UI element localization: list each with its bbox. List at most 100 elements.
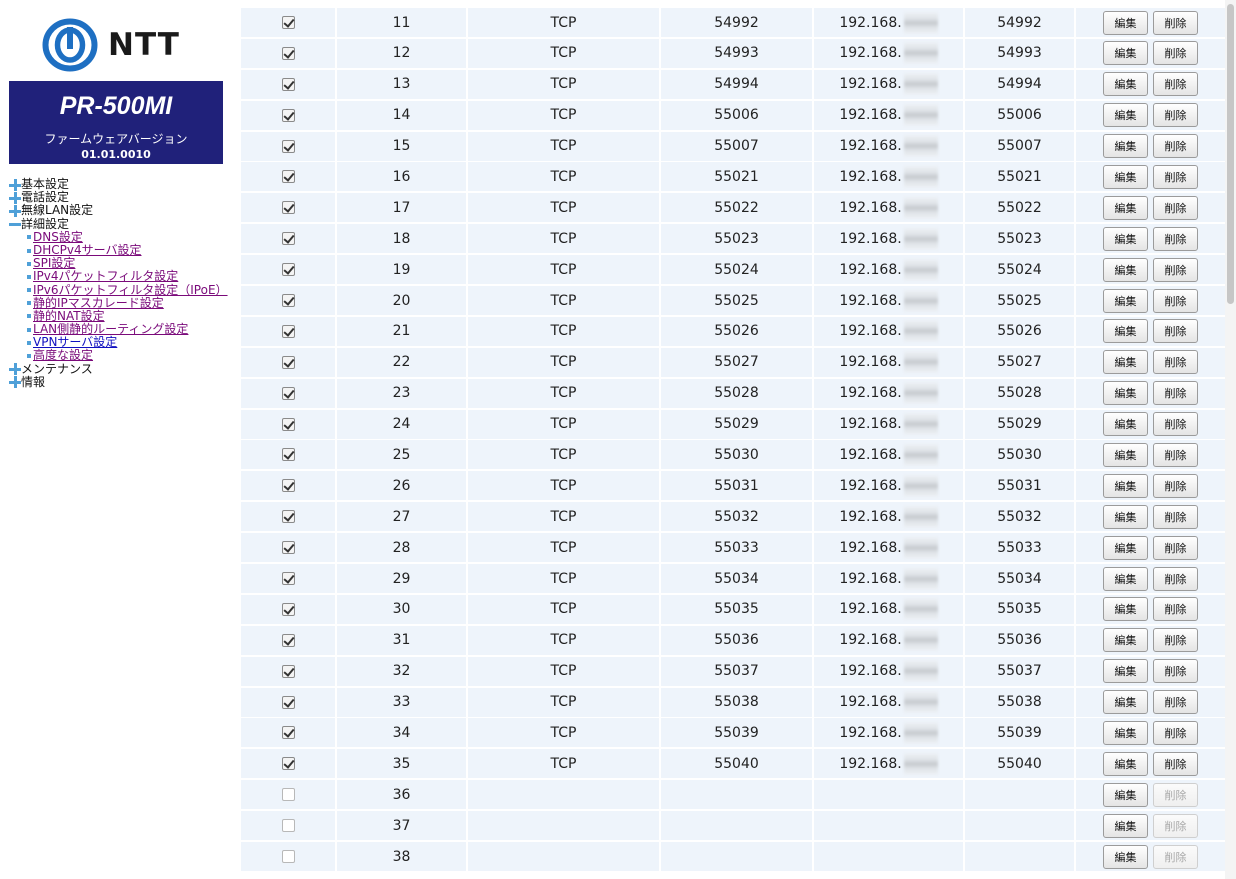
enable-checkbox[interactable] (281, 46, 295, 60)
edit-button[interactable]: 編集 (1103, 134, 1148, 159)
port-cell: 55021 (661, 162, 812, 192)
edit-button[interactable]: 編集 (1103, 41, 1148, 66)
enable-checkbox[interactable] (281, 757, 295, 771)
delete-button[interactable]: 削除 (1153, 412, 1198, 437)
enable-checkbox[interactable] (281, 819, 295, 833)
edit-button[interactable]: 編集 (1103, 226, 1148, 251)
edit-button[interactable]: 編集 (1103, 103, 1148, 128)
edit-button[interactable]: 編集 (1103, 813, 1148, 838)
edit-button[interactable]: 編集 (1103, 195, 1148, 220)
delete-button[interactable]: 削除 (1153, 381, 1198, 406)
delete-button[interactable]: 削除 (1153, 195, 1198, 220)
delete-button[interactable]: 削除 (1153, 504, 1198, 529)
nav-subitem-link[interactable]: IPv6パケットフィルタ設定（IPoE） (33, 283, 228, 297)
enable-checkbox[interactable] (281, 355, 295, 369)
delete-button[interactable]: 削除 (1153, 350, 1198, 375)
enable-checkbox[interactable] (281, 201, 295, 215)
edit-button[interactable]: 編集 (1103, 164, 1148, 189)
table-row: 27 TCP 55032 192.168. 55032 編集 削除 (241, 502, 1225, 533)
edit-button[interactable]: 編集 (1103, 442, 1148, 467)
delete-button[interactable]: 削除 (1153, 473, 1198, 498)
delete-button[interactable]: 削除 (1153, 720, 1198, 745)
delete-button[interactable]: 削除 (1153, 535, 1198, 560)
edit-button[interactable]: 編集 (1103, 381, 1148, 406)
enable-checkbox[interactable] (281, 417, 295, 431)
edit-button[interactable]: 編集 (1103, 597, 1148, 622)
edit-button[interactable]: 編集 (1103, 72, 1148, 97)
edit-button[interactable]: 編集 (1103, 535, 1148, 560)
enable-checkbox[interactable] (281, 16, 295, 29)
enable-checkbox[interactable] (281, 139, 295, 153)
delete-button[interactable]: 削除 (1153, 751, 1198, 776)
ip-address-prefix: 192.168. (839, 477, 902, 494)
protocol-cell: TCP (468, 255, 659, 285)
edit-button[interactable]: 編集 (1103, 257, 1148, 282)
delete-button[interactable]: 削除 (1153, 226, 1198, 251)
edit-button[interactable]: 編集 (1103, 659, 1148, 684)
delete-button[interactable]: 削除 (1153, 628, 1198, 653)
nav-subitem-link[interactable]: 静的IPマスカレード設定 (33, 296, 164, 310)
edit-button[interactable]: 編集 (1103, 288, 1148, 313)
edit-button[interactable]: 編集 (1103, 566, 1148, 591)
enable-checkbox[interactable] (281, 448, 295, 462)
edit-button[interactable]: 編集 (1103, 782, 1148, 807)
enable-checkbox[interactable] (281, 788, 295, 802)
nav-item-items-2[interactable]: 無線LAN設定 (9, 204, 228, 217)
edit-button[interactable]: 編集 (1103, 628, 1148, 653)
delete-button[interactable]: 削除 (1153, 659, 1198, 684)
edit-button[interactable]: 編集 (1103, 473, 1148, 498)
enable-checkbox[interactable] (281, 695, 295, 709)
delete-button[interactable]: 削除 (1153, 134, 1198, 159)
edit-button[interactable]: 編集 (1103, 319, 1148, 344)
delete-button[interactable]: 削除 (1153, 442, 1198, 467)
edit-button[interactable]: 編集 (1103, 350, 1148, 375)
enable-checkbox[interactable] (281, 232, 295, 246)
delete-button[interactable]: 削除 (1153, 10, 1198, 35)
enable-checkbox[interactable] (281, 572, 295, 586)
edit-button[interactable]: 編集 (1103, 751, 1148, 776)
ntt-logo[interactable]: NTT (42, 17, 192, 73)
delete-button[interactable]: 削除 (1153, 597, 1198, 622)
delete-button[interactable]: 削除 (1153, 164, 1198, 189)
nav-item-bottom_items-1[interactable]: 情報 (9, 375, 228, 389)
edit-button[interactable]: 編集 (1103, 504, 1148, 529)
enable-checkbox[interactable] (281, 602, 295, 616)
nav-subitem-link[interactable]: DNS設定 (33, 230, 83, 244)
edit-button[interactable]: 編集 (1103, 844, 1148, 869)
edit-button[interactable]: 編集 (1103, 690, 1148, 715)
enable-checkbox[interactable] (281, 541, 295, 555)
enable-checkbox[interactable] (281, 479, 295, 493)
enable-checkbox[interactable] (281, 633, 295, 647)
table-row: 30 TCP 55035 192.168. 55035 編集 削除 (241, 594, 1225, 626)
enable-checkbox[interactable] (281, 726, 295, 740)
enable-checkbox[interactable] (281, 170, 295, 184)
edit-button[interactable]: 編集 (1103, 720, 1148, 745)
enable-checkbox[interactable] (281, 664, 295, 678)
delete-button[interactable]: 削除 (1153, 103, 1198, 128)
enable-checkbox[interactable] (281, 77, 295, 91)
delete-button[interactable]: 削除 (1153, 41, 1198, 66)
enable-checkbox[interactable] (281, 294, 295, 308)
nav-subitem-link[interactable]: IPv4パケットフィルタ設定 (33, 270, 178, 283)
scrollbar[interactable] (1225, 0, 1236, 879)
enable-checkbox[interactable] (281, 324, 295, 338)
enable-cell (241, 378, 335, 408)
scrollbar-thumb[interactable] (1227, 4, 1234, 304)
delete-button[interactable]: 削除 (1153, 257, 1198, 282)
entry-number: 38 (337, 842, 466, 872)
delete-button[interactable]: 削除 (1153, 690, 1198, 715)
delete-button[interactable]: 削除 (1153, 319, 1198, 344)
nav-subitem-link[interactable]: 高度な設定 (33, 349, 93, 362)
nav-item-items-3[interactable]: 詳細設定 (9, 217, 228, 231)
delete-button[interactable]: 削除 (1153, 288, 1198, 313)
nav-item-bottom_items-0[interactable]: メンテナンス (9, 362, 228, 376)
enable-checkbox[interactable] (281, 108, 295, 122)
enable-checkbox[interactable] (281, 850, 295, 864)
delete-button[interactable]: 削除 (1153, 72, 1198, 97)
edit-button[interactable]: 編集 (1103, 10, 1148, 35)
delete-button[interactable]: 削除 (1153, 566, 1198, 591)
enable-checkbox[interactable] (281, 386, 295, 400)
enable-checkbox[interactable] (281, 510, 295, 524)
enable-checkbox[interactable] (281, 263, 295, 277)
edit-button[interactable]: 編集 (1103, 412, 1148, 437)
